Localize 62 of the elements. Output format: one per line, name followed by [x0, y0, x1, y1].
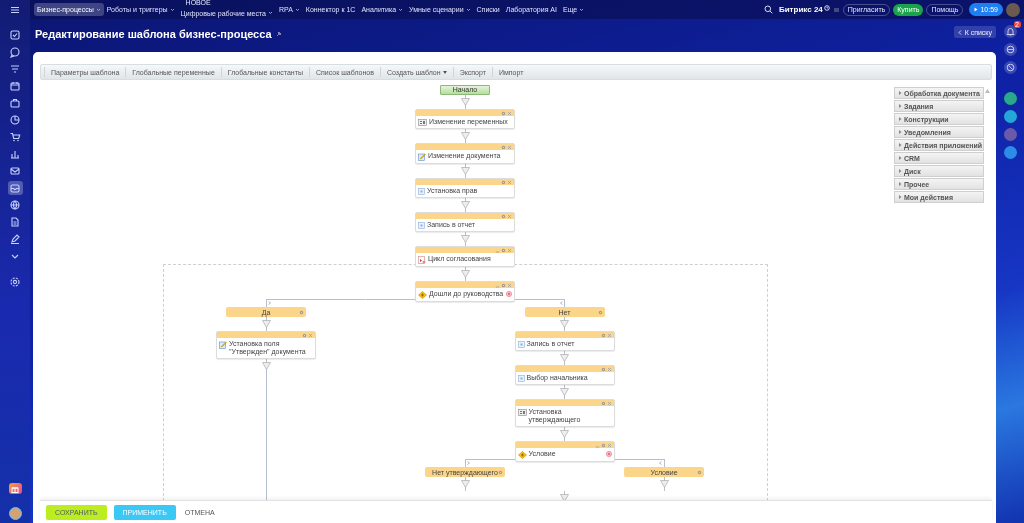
add-icon[interactable] — [506, 291, 512, 297]
calendar-icon[interactable] — [7, 79, 23, 93]
arrow-connector — [460, 267, 470, 281]
arrow-connector — [560, 427, 569, 441]
inbox-icon[interactable] — [7, 181, 23, 195]
avatar-icon[interactable] — [1003, 92, 1017, 105]
globe-icon[interactable] — [1003, 43, 1017, 56]
variable-icon — [418, 119, 427, 126]
avatar-icon[interactable] — [8, 507, 22, 520]
arrow-connector — [560, 317, 569, 331]
close-icon[interactable] — [507, 110, 512, 116]
action-icon — [517, 375, 525, 382]
avatar-icon[interactable] — [1003, 146, 1017, 159]
arrow-connector — [460, 164, 470, 178]
menu-icon[interactable] — [9, 4, 21, 16]
close-icon[interactable] — [606, 400, 612, 406]
arrow-connector — [460, 129, 470, 143]
close-icon[interactable] — [507, 282, 512, 288]
document-edit-icon — [219, 341, 227, 349]
avatar-icon[interactable] — [1003, 110, 1017, 123]
arrow-connector — [460, 95, 470, 109]
clock-icon — [823, 4, 830, 11]
chevron-right-icon[interactable] — [467, 461, 470, 465]
close-icon[interactable] — [507, 179, 512, 185]
close-icon[interactable] — [507, 144, 512, 150]
checkbox-icon[interactable] — [7, 28, 23, 42]
avatar-icon[interactable] — [1006, 2, 1020, 17]
briefcase-icon[interactable] — [7, 96, 23, 110]
arrow-connector — [460, 232, 470, 246]
pie-chart-icon[interactable] — [7, 113, 23, 127]
brand-logo: Битрикс 24 — [778, 5, 823, 14]
scroll-up-icon[interactable] — [985, 89, 990, 93]
play-icon — [974, 7, 979, 12]
action-icon — [517, 341, 525, 348]
document-loop-icon — [418, 256, 426, 264]
document-edit-icon — [418, 153, 426, 161]
gift-icon[interactable] — [8, 483, 22, 494]
chevron-right-icon[interactable] — [268, 301, 271, 305]
close-icon[interactable] — [507, 247, 512, 253]
action-icon — [418, 188, 425, 195]
arrow-connector — [261, 317, 271, 331]
page-title: Редактирование шаблона бизнес-процесса — [35, 28, 272, 40]
add-icon[interactable] — [605, 451, 612, 457]
chat-icon[interactable] — [7, 45, 23, 59]
close-icon[interactable] — [606, 366, 612, 372]
chevron-left-icon — [957, 29, 962, 35]
mail-icon[interactable] — [7, 164, 23, 178]
chevron-left-icon[interactable] — [559, 301, 563, 305]
diamond-icon — [517, 451, 527, 459]
search-icon[interactable] — [763, 5, 773, 14]
close-icon[interactable] — [507, 213, 512, 219]
action-icon — [418, 222, 425, 229]
arrow-connector — [560, 351, 569, 365]
variable-icon — [517, 409, 527, 416]
diamond-icon — [418, 291, 427, 299]
arrow-connector — [460, 198, 470, 212]
close-icon[interactable] — [308, 332, 313, 338]
arrow-connector — [560, 385, 569, 399]
chevron-left-icon[interactable] — [659, 461, 662, 465]
close-icon[interactable] — [606, 332, 612, 338]
close-icon[interactable] — [606, 442, 612, 448]
globe-icon[interactable] — [7, 198, 23, 212]
